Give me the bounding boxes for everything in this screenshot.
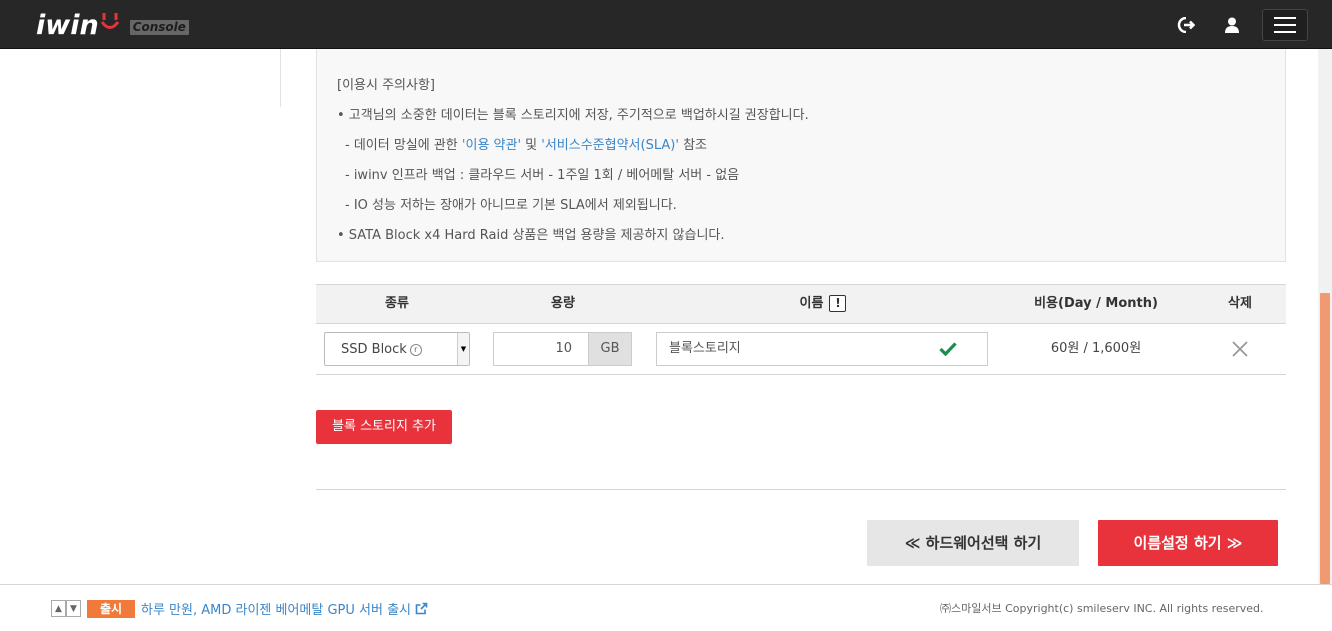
add-block-storage-button[interactable]: 블록 스토리지 추가 [316,410,452,444]
scrollbar-thumb[interactable] [1320,293,1330,584]
notice-line-5: • SATA Block x4 Hard Raid 상품은 백업 용량을 제공하… [337,228,725,243]
terms-link[interactable]: '이용 약관' [462,138,521,153]
top-navbar: iwin Console [0,0,1332,49]
name-info-icon[interactable]: ! [829,295,847,312]
storage-type-select[interactable]: SSD Block r ▼ [324,332,470,366]
registered-mark-icon: r [409,344,422,356]
header-delete: 삭제 [1228,296,1252,311]
news-nav: ▲ ▼ [51,600,81,617]
external-link-icon [415,602,428,615]
dropdown-arrow-icon: ▼ [457,333,469,365]
logo[interactable]: iwin Console [36,8,189,42]
user-icon[interactable] [1221,14,1243,36]
block-storage-table: 종류 용량 이름! 비용(Day / Month) 삭제 SSD Block r … [316,284,1286,375]
section-divider [316,489,1286,490]
news-link[interactable]: 하루 만원, AMD 라이젠 베어메탈 GPU 서버 출시 [141,599,428,618]
notice-title: [이용시 주의사항] [337,78,435,93]
cost-value: 60원 / 1,600원 [1050,341,1142,356]
notice-line-1: • 고객님의 소중한 데이터는 블록 스토리지에 저장, 주기적으로 백업하시길… [337,108,809,123]
page-scrollbar[interactable] [1318,49,1332,584]
logo-smile-icon [100,13,119,29]
next-name-setting-button[interactable]: 이름설정 하기 ≫ [1098,520,1278,566]
header-cost: 비용(Day / Month) [1034,296,1158,311]
copyright: ㈜스마일서브 Copyright(c) smileserv INC. All r… [940,602,1264,615]
storage-name-input[interactable]: 블록스토리지 [656,332,988,366]
storage-type-value: SSD Block r [341,342,422,357]
delete-x-icon[interactable] [1231,340,1249,358]
table-row: SSD Block r ▼ 10 GB 블록스토리지 60원 / 1,600원 [316,324,1286,375]
usage-notice-box: [이용시 주의사항] • 고객님의 소중한 데이터는 블록 스토리지에 저장, … [316,49,1286,262]
capacity-unit: GB [588,332,632,366]
logout-icon[interactable] [1175,14,1197,36]
logo-text: iwin [36,9,99,41]
prev-hardware-button[interactable]: ≪ 하드웨어선택 하기 [867,520,1079,566]
release-badge: 출시 [87,600,135,618]
chevron-down-icon[interactable]: ▼ [66,600,81,617]
storage-name-value: 블록스토리지 [669,341,741,356]
header-name: 이름! [648,285,998,323]
console-badge: Console [129,19,189,35]
notice-line-3: - iwinv 인프라 백업 : 클라우드 서버 - 1주일 1회 / 베어메탈… [345,168,740,183]
header-capacity: 용량 [551,296,575,311]
chevron-up-icon[interactable]: ▲ [51,600,66,617]
header-type: 종류 [385,296,409,311]
footer: ▲ ▼ 출시 하루 만원, AMD 라이젠 베어메탈 GPU 서버 출시 ㈜스마… [0,584,1332,631]
notice-line-4: - IO 성능 저하는 장애가 아니므로 기본 SLA에서 제외됩니다. [345,198,677,213]
notice-line-2: - 데이터 망실에 관한 '이용 약관' 및 '서비스수준협약서(SLA)' 참… [345,138,707,153]
check-icon [939,342,957,356]
sidebar-divider [280,49,281,107]
capacity-input[interactable]: 10 [493,332,588,366]
sla-link[interactable]: '서비스수준협약서(SLA)' [541,138,679,153]
hamburger-menu-button[interactable] [1262,9,1308,41]
table-header: 종류 용량 이름! 비용(Day / Month) 삭제 [316,284,1286,324]
